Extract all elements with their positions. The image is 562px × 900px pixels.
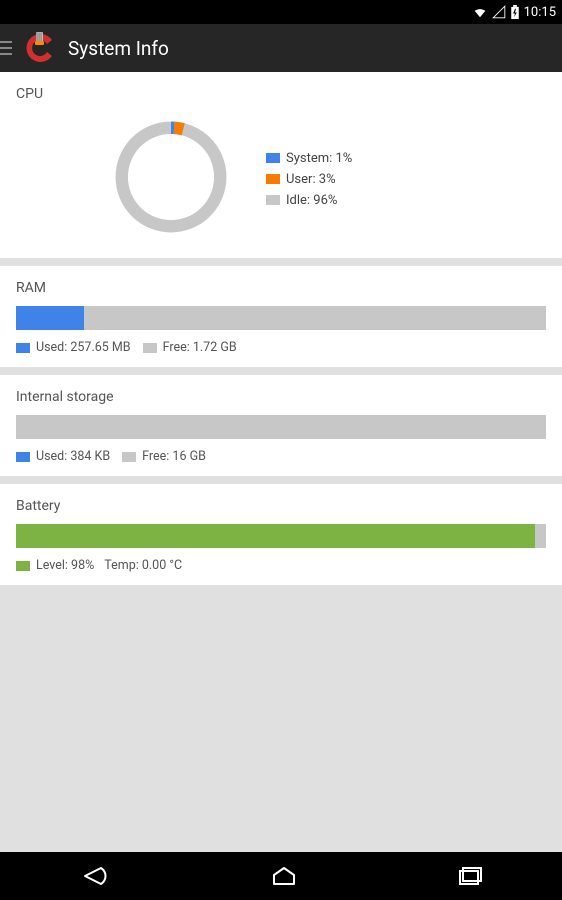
android-nav-bar (0, 852, 562, 900)
cpu-legend: System: 1% User: 3% Idle: 96% (266, 151, 352, 208)
storage-bar (16, 415, 546, 439)
swatch-orange (266, 174, 280, 184)
battery-bar-fill (16, 524, 535, 548)
app-bar: System Info (0, 24, 562, 72)
drawer-menu-icon[interactable] (0, 41, 20, 55)
ram-free-label: Free: 1.72 GB (163, 340, 237, 355)
legend-idle: Idle: 96% (266, 193, 352, 208)
ram-bar (16, 306, 546, 330)
battery-card: Battery Level: 98% Temp: 0.00 °C (0, 484, 562, 585)
swatch-blue (266, 153, 280, 163)
battery-bar (16, 524, 546, 548)
swatch-grey (266, 195, 280, 205)
ram-card: RAM Used: 257.65 MB Free: 1.72 GB (0, 266, 562, 367)
signal-icon (492, 5, 506, 19)
cpu-donut-chart (106, 112, 236, 246)
content-scroll[interactable]: CPU System: 1% User: 3% Idle: 96% RAM (0, 72, 562, 852)
ccleaner-logo-icon (22, 30, 58, 66)
swatch-green (16, 561, 30, 571)
swatch-blue (16, 452, 30, 462)
legend-user: User: 3% (266, 172, 352, 187)
ram-bar-fill (16, 306, 84, 330)
app-title: System Info (68, 37, 169, 60)
battery-meta: Level: 98% Temp: 0.00 °C (16, 558, 546, 573)
cpu-donut-svg (106, 112, 236, 242)
android-status-bar: 10:15 (0, 0, 562, 24)
swatch-grey (122, 452, 136, 462)
swatch-grey (143, 343, 157, 353)
ram-used-label: Used: 257.65 MB (36, 340, 131, 355)
home-button[interactable] (270, 864, 298, 888)
cpu-card: CPU System: 1% User: 3% Idle: 96% (0, 72, 562, 258)
battery-title: Battery (16, 498, 546, 514)
swatch-blue (16, 343, 30, 353)
storage-title: Internal storage (16, 389, 546, 405)
back-button[interactable] (79, 864, 111, 888)
ram-meta: Used: 257.65 MB Free: 1.72 GB (16, 340, 546, 355)
recent-apps-button[interactable] (457, 865, 483, 887)
cpu-title: CPU (16, 86, 546, 102)
ram-title: RAM (16, 280, 546, 296)
storage-meta: Used: 384 KB Free: 16 GB (16, 449, 546, 464)
wifi-icon (472, 5, 488, 19)
battery-temp-label: Temp: 0.00 °C (104, 558, 182, 573)
storage-card: Internal storage Used: 384 KB Free: 16 G… (0, 375, 562, 476)
storage-free-label: Free: 16 GB (142, 449, 206, 464)
status-time: 10:15 (524, 5, 556, 20)
storage-used-label: Used: 384 KB (36, 449, 110, 464)
legend-system: System: 1% (266, 151, 352, 166)
battery-level-label: Level: 98% (36, 558, 94, 573)
battery-charging-icon (510, 5, 520, 20)
